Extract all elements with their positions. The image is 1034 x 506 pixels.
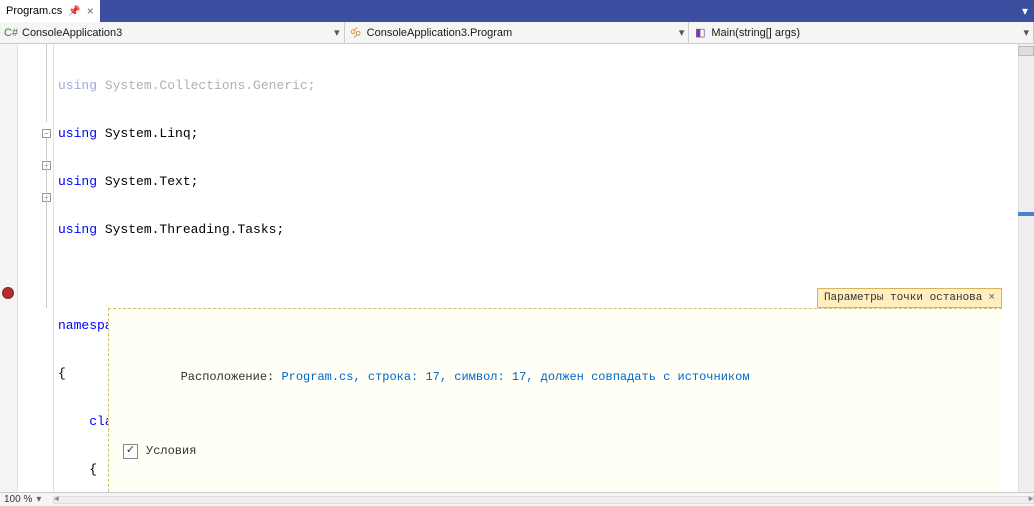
overview-marker[interactable]: [1018, 212, 1034, 216]
nav-class-label: ConsoleApplication3.Program: [367, 27, 513, 39]
editor-status-bar: 100 % ▾: [0, 492, 1034, 506]
conditions-checkbox[interactable]: ✓: [123, 444, 138, 459]
breakpoint-settings-panel: Расположение: Program.cs, строка: 17, си…: [108, 308, 1002, 492]
vertical-scrollbar[interactable]: [1018, 44, 1034, 492]
nav-project-label: ConsoleApplication3: [22, 27, 122, 39]
tab-filename: Program.cs: [6, 5, 62, 17]
tab-spacer: [100, 0, 1016, 22]
class-icon: 🝰: [349, 22, 363, 44]
nav-project-combo[interactable]: C# ConsoleApplication3 ▾: [0, 22, 345, 43]
horizontal-scrollbar[interactable]: [53, 496, 1034, 504]
outline-guide: [46, 138, 47, 308]
nav-method-label: Main(string[] args): [711, 27, 800, 39]
pin-icon[interactable]: 📌: [68, 6, 80, 17]
close-icon[interactable]: ×: [988, 290, 995, 306]
method-icon: ◧: [693, 26, 707, 39]
document-tab-bar: Program.cs 📌 × ▾: [0, 0, 1034, 22]
breakpoint-settings-header: Параметры точки останова ×: [817, 288, 1002, 308]
location-label: Расположение:: [181, 370, 282, 384]
outline-margin[interactable]: − − −: [18, 44, 54, 492]
tab-dropdown-icon[interactable]: ▾: [1016, 0, 1034, 22]
navigation-bar: C# ConsoleApplication3 ▾ 🝰 ConsoleApplic…: [0, 22, 1034, 44]
breakpoint-settings-title: Параметры точки останова: [824, 290, 982, 306]
breakpoint-glyph[interactable]: [2, 287, 14, 299]
zoom-level[interactable]: 100 %: [4, 494, 32, 505]
glyph-margin[interactable]: [0, 44, 18, 492]
chevron-down-icon: ▾: [679, 26, 685, 39]
outline-guide: [46, 44, 47, 122]
zoom-dropdown-icon[interactable]: ▾: [36, 494, 41, 505]
close-tab-icon[interactable]: ×: [87, 4, 94, 18]
fold-toggle[interactable]: −: [42, 129, 51, 138]
editor: − − − using System.Collections.Generic; …: [0, 44, 1034, 492]
location-link[interactable]: Program.cs, строка: 17, символ: 17, долж…: [281, 370, 749, 384]
nav-class-combo[interactable]: 🝰 ConsoleApplication3.Program ▾: [345, 22, 690, 43]
breakpoint-location: Расположение: Program.cs, строка: 17, си…: [123, 353, 988, 401]
split-toggle[interactable]: [1018, 46, 1034, 56]
chevron-down-icon: ▾: [1023, 26, 1029, 39]
document-tab[interactable]: Program.cs 📌 ×: [0, 0, 100, 22]
csharp-project-icon: C#: [4, 27, 18, 39]
nav-method-combo[interactable]: ◧ Main(string[] args) ▾: [689, 22, 1034, 43]
conditions-label: Условия: [146, 443, 196, 459]
code-text-area[interactable]: using System.Collections.Generic; using …: [54, 44, 1018, 492]
chevron-down-icon: ▾: [334, 26, 340, 39]
